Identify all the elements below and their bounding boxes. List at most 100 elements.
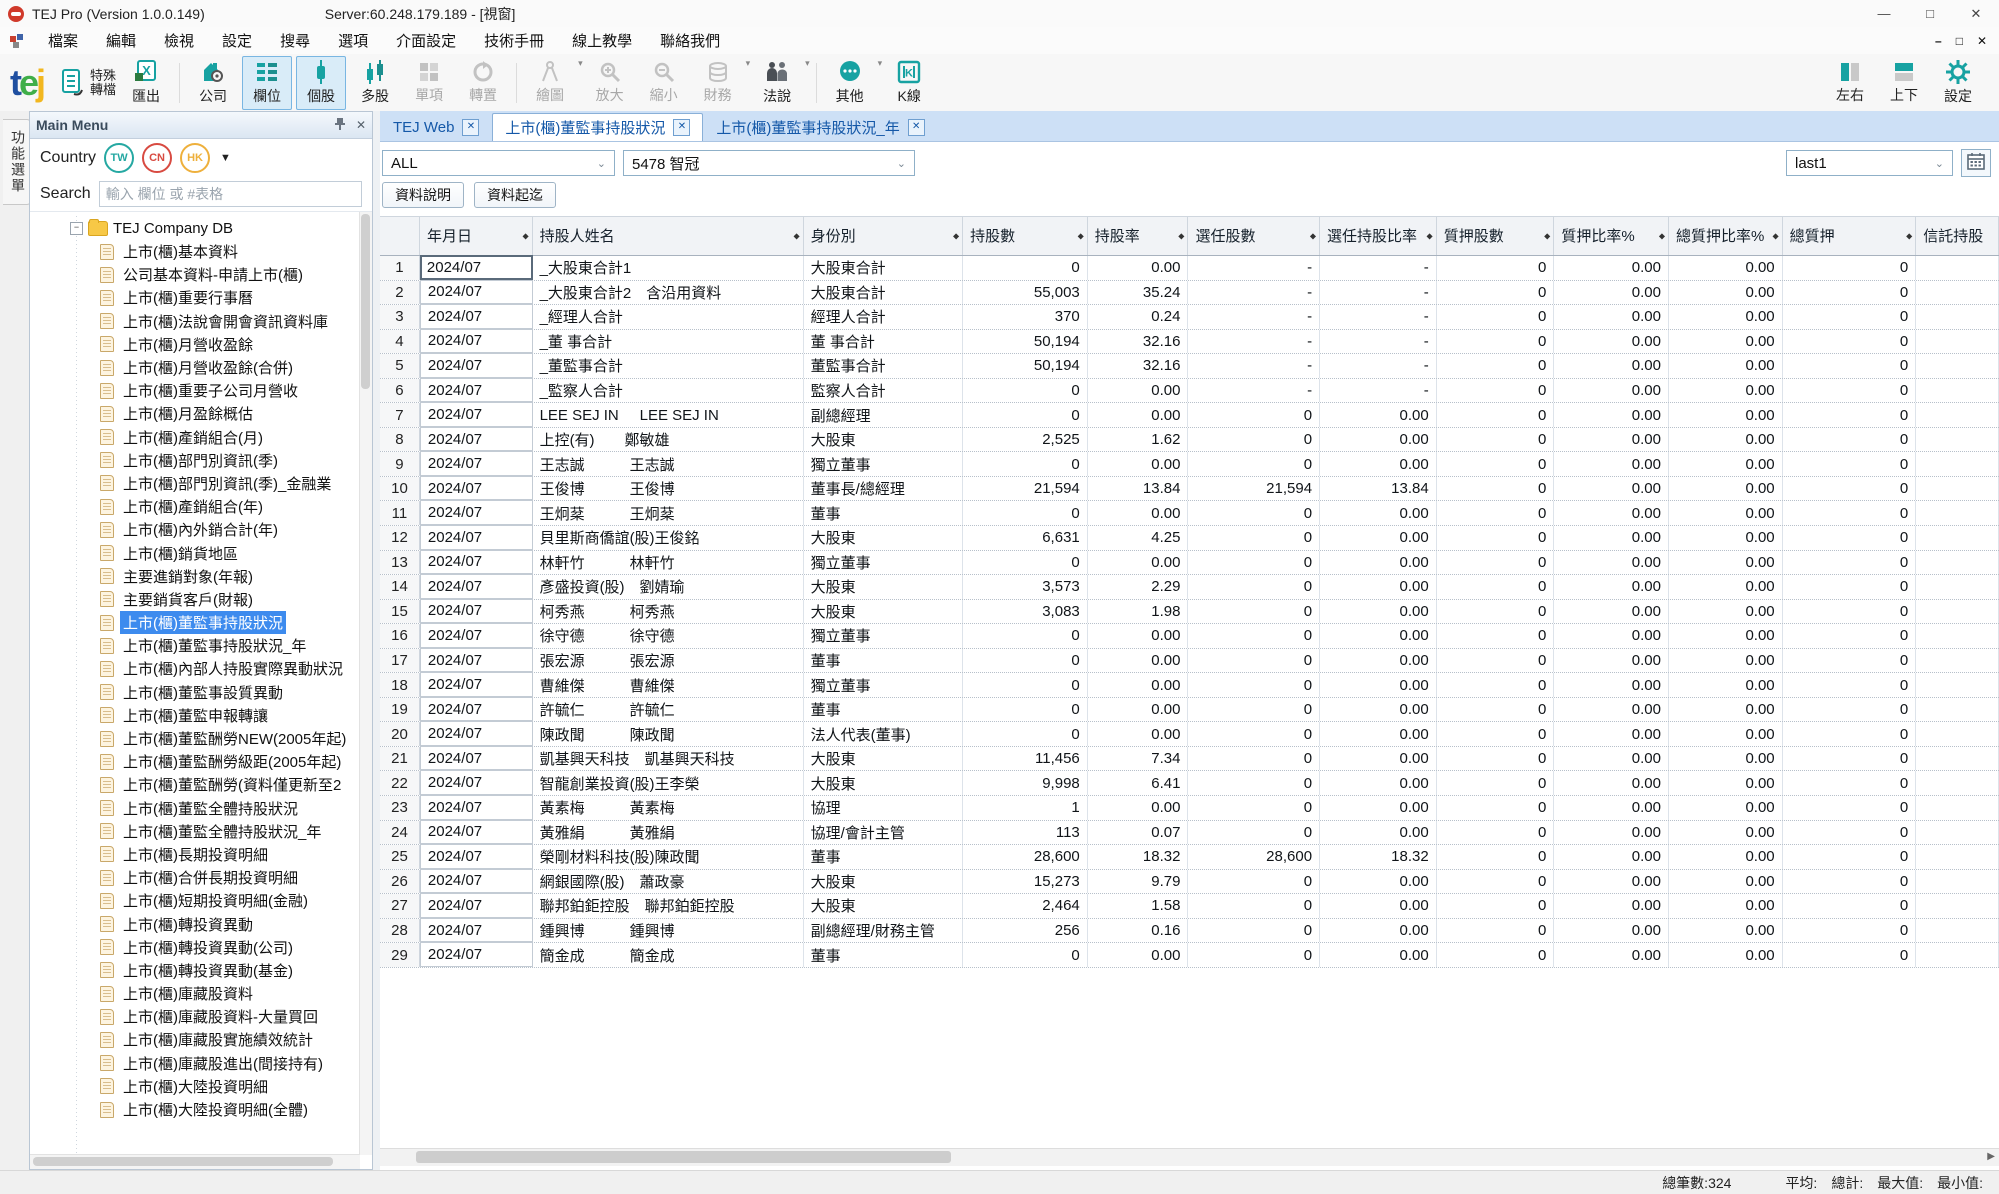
table-cell[interactable]: 113 — [963, 821, 1088, 845]
table-cell[interactable]: 0 — [1437, 747, 1555, 771]
table-cell[interactable] — [1916, 747, 1999, 771]
table-cell[interactable] — [1916, 673, 1999, 697]
sort-icon[interactable]: ◆ — [794, 232, 800, 241]
table-cell[interactable]: 0.00 — [1669, 330, 1783, 354]
tree-item[interactable]: 上市(櫃)部門別資訊(季)_金融業 — [30, 472, 360, 495]
table-cell[interactable]: 21,594 — [1188, 477, 1320, 501]
toolbar-button-kline[interactable]: K K線 — [884, 56, 934, 110]
column-header[interactable]: 信託持股 — [1916, 217, 1999, 255]
table-cell[interactable]: 50,194 — [963, 330, 1088, 354]
table-cell[interactable] — [1916, 403, 1999, 427]
table-cell[interactable]: 18.32 — [1088, 845, 1189, 869]
data-description-button[interactable]: 資料說明 — [382, 182, 464, 208]
table-cell[interactable]: 0 — [1437, 526, 1555, 550]
table-cell[interactable] — [1916, 698, 1999, 722]
table-cell[interactable]: 0.00 — [1554, 305, 1669, 329]
table-cell[interactable]: 0.00 — [1669, 354, 1783, 378]
table-cell[interactable]: 0.00 — [1669, 452, 1783, 476]
table-cell[interactable]: 榮剛材料科技(股)陳政聞 — [533, 845, 804, 869]
table-cell[interactable]: 15,273 — [963, 870, 1088, 894]
table-cell[interactable]: 0 — [1783, 403, 1917, 427]
panel-splitter[interactable] — [373, 111, 380, 1170]
row-number-cell[interactable]: 4 — [380, 330, 420, 354]
table-cell[interactable]: 0 — [1437, 305, 1555, 329]
table-cell[interactable]: 0 — [963, 551, 1088, 575]
table-cell[interactable]: 0.00 — [1320, 624, 1437, 648]
table-cell[interactable]: 0.00 — [1088, 698, 1189, 722]
tree-item[interactable]: 上市(櫃)轉投資異動(基金) — [30, 959, 360, 982]
table-cell[interactable]: 0 — [1783, 501, 1917, 525]
table-cell[interactable]: 0 — [1437, 575, 1555, 599]
table-row[interactable]: 62024/07_監察人合計監察人合計00.00--00.000.000 — [380, 379, 1999, 404]
table-cell[interactable]: - — [1188, 281, 1320, 305]
column-header[interactable]: 持股數◆ — [963, 217, 1088, 255]
table-row[interactable]: 192024/07許毓仁 許毓仁董事00.0000.0000.000.000 — [380, 698, 1999, 723]
tree-item[interactable]: 上市(櫃)重要子公司月營收 — [30, 379, 360, 402]
table-cell[interactable]: 0.00 — [1554, 722, 1669, 746]
table-row[interactable]: 162024/07徐守德 徐守德獨立董事00.0000.0000.000.000 — [380, 624, 1999, 649]
scrollbar-thumb[interactable] — [361, 214, 370, 389]
table-cell[interactable]: 2024/07 — [420, 500, 533, 525]
column-header[interactable]: 持股率◆ — [1088, 217, 1189, 255]
table-cell[interactable]: 0.00 — [1554, 649, 1669, 673]
table-cell[interactable]: 0.00 — [1554, 403, 1669, 427]
table-cell[interactable]: 0.00 — [1320, 673, 1437, 697]
menu-item[interactable]: 選項 — [324, 27, 382, 54]
table-cell[interactable]: 0 — [1188, 403, 1320, 427]
table-cell[interactable]: 0.00 — [1669, 624, 1783, 648]
table-cell[interactable]: 0 — [1188, 428, 1320, 452]
table-cell[interactable]: 副總經理/財務主管 — [804, 919, 964, 943]
table-cell[interactable]: 0 — [1783, 575, 1917, 599]
table-cell[interactable]: 32.16 — [1088, 354, 1189, 378]
table-cell[interactable]: 0.24 — [1088, 305, 1189, 329]
toolbar-button-export[interactable]: X 匯出 — [121, 56, 171, 110]
table-cell[interactable]: 0 — [1783, 943, 1917, 967]
data-range-button[interactable]: 資料起迄 — [474, 182, 556, 208]
table-cell[interactable]: 0 — [1783, 673, 1917, 697]
toolbar-button-fields[interactable]: 欄位 — [242, 56, 292, 110]
row-number-cell[interactable]: 29 — [380, 943, 420, 967]
table-cell[interactable]: 董事 — [804, 649, 964, 673]
table-cell[interactable]: 0.00 — [1554, 526, 1669, 550]
chevron-down-icon[interactable]: ▾ — [805, 58, 810, 69]
table-cell[interactable]: 0.00 — [1554, 600, 1669, 624]
table-cell[interactable]: 0 — [1188, 673, 1320, 697]
expander-icon[interactable]: − — [70, 222, 83, 235]
table-cell[interactable]: 0.00 — [1669, 943, 1783, 967]
table-cell[interactable]: 0 — [1437, 919, 1555, 943]
tab-close-icon[interactable]: ✕ — [462, 119, 479, 136]
table-cell[interactable]: 0.00 — [1320, 600, 1437, 624]
stock-select[interactable]: 5478 智冠 ⌄ — [623, 150, 915, 176]
table-cell[interactable]: 0.00 — [1088, 256, 1189, 280]
table-cell[interactable]: 0 — [1437, 551, 1555, 575]
table-cell[interactable]: 0.00 — [1088, 649, 1189, 673]
table-cell[interactable]: 0 — [1188, 894, 1320, 918]
tree-item[interactable]: 上市(櫃)董監全體持股狀況_年 — [30, 820, 360, 843]
table-cell[interactable] — [1916, 330, 1999, 354]
table-cell[interactable]: 0 — [1437, 330, 1555, 354]
table-cell[interactable]: 0 — [1783, 551, 1917, 575]
table-cell[interactable]: 大股東 — [804, 894, 964, 918]
row-number-cell[interactable]: 17 — [380, 649, 420, 673]
table-cell[interactable]: 2024/07 — [420, 255, 533, 280]
country-badge-tw[interactable]: TW — [104, 143, 134, 173]
table-cell[interactable]: 0 — [1783, 600, 1917, 624]
table-cell[interactable]: 大股東 — [804, 600, 964, 624]
table-cell[interactable]: 0 — [1783, 330, 1917, 354]
table-cell[interactable]: 0.00 — [1669, 575, 1783, 599]
table-cell[interactable]: 張宏源 張宏源 — [533, 649, 804, 673]
table-cell[interactable]: 0.00 — [1669, 649, 1783, 673]
table-cell[interactable]: 13.84 — [1320, 477, 1437, 501]
scrollbar-thumb[interactable] — [416, 1151, 951, 1163]
tree-item[interactable]: 上市(櫃)月營收盈餘(合併) — [30, 356, 360, 379]
table-cell[interactable]: 3,573 — [963, 575, 1088, 599]
sort-icon[interactable]: ◆ — [522, 232, 528, 241]
row-number-cell[interactable]: 9 — [380, 452, 420, 476]
menu-item[interactable]: 線上教學 — [558, 27, 646, 54]
table-cell[interactable]: 0.00 — [1669, 771, 1783, 795]
table-cell[interactable]: 0 — [1783, 281, 1917, 305]
table-cell[interactable]: 0.00 — [1554, 796, 1669, 820]
table-cell[interactable]: 0 — [1188, 575, 1320, 599]
row-number-cell[interactable]: 12 — [380, 526, 420, 550]
table-cell[interactable]: 0.00 — [1669, 796, 1783, 820]
